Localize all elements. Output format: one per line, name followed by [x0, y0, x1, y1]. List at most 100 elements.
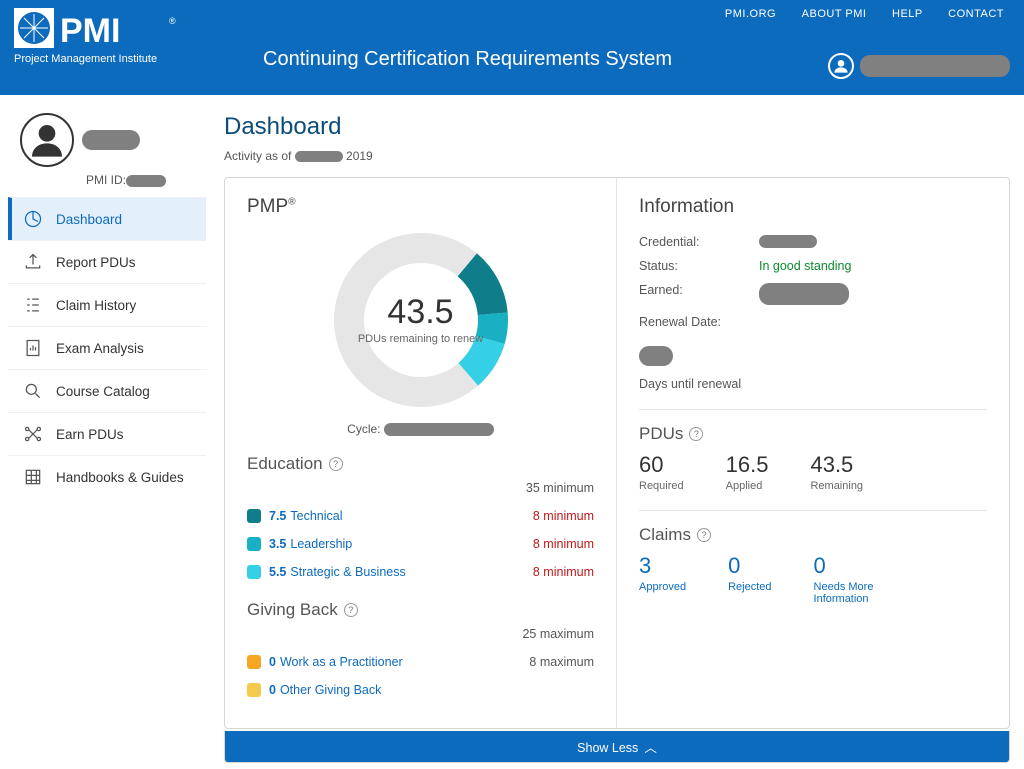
stat-block[interactable]: 3 Approved	[639, 553, 686, 605]
network-icon	[22, 423, 44, 445]
stat-number: 3	[639, 553, 686, 579]
dashboard-icon	[22, 208, 44, 230]
sidebar-item-label: Handbooks & Guides	[56, 470, 184, 485]
sidebar-item-label: Dashboard	[56, 212, 122, 227]
document-chart-icon	[22, 337, 44, 359]
stat-label: Required	[639, 480, 684, 492]
stat-number: 0	[728, 553, 771, 579]
category-min: 8 minimum	[533, 509, 594, 523]
nav-help[interactable]: HELP	[892, 8, 923, 20]
category-row[interactable]: 0 Other Giving Back	[247, 676, 594, 704]
category-value: 0	[269, 655, 276, 669]
sidebar-item-dashboard[interactable]: Dashboard	[8, 197, 206, 240]
help-icon[interactable]: ?	[344, 603, 358, 617]
pdu-donut-chart: 43.5 PDUs remaining to renew	[331, 230, 511, 410]
help-icon[interactable]: ?	[689, 427, 703, 441]
sidebar-item-label: Report PDUs	[56, 255, 136, 270]
sidebar-item-report-pdus[interactable]: Report PDUs	[8, 240, 206, 283]
color-chip-icon	[247, 565, 261, 579]
sidebar-item-claim-history[interactable]: Claim History	[8, 283, 206, 326]
info-status-label: Status:	[639, 259, 759, 273]
help-icon[interactable]: ?	[697, 528, 711, 542]
dashboard-card: PMP® 43.5 PDUs remaining to renew	[224, 177, 1010, 729]
info-earned-label: Earned:	[639, 283, 759, 305]
pmi-logo[interactable]: PMI ® Project Management Institute	[14, 8, 176, 71]
donut-label: PDUs remaining to renew	[358, 332, 483, 346]
main-content: Dashboard Activity as of 2019 PMP®	[206, 113, 1010, 763]
chevron-up-icon: ︿	[644, 737, 657, 756]
giving-back-heading: Giving Back?	[247, 600, 594, 620]
color-chip-icon	[247, 655, 261, 669]
top-nav: PMI.ORG ABOUT PMI HELP CONTACT	[703, 8, 1004, 20]
days-until-renewal: Days until renewal	[639, 377, 987, 391]
search-icon	[22, 380, 44, 402]
svg-text:PMI: PMI	[60, 12, 120, 50]
category-value: 7.5	[269, 509, 286, 523]
claim-stats: 3Approved0Rejected0Needs More Informatio…	[639, 553, 987, 605]
category-min: 8 minimum	[533, 565, 594, 579]
stat-number: 43.5	[810, 452, 863, 478]
category-value: 3.5	[269, 537, 286, 551]
stat-label: Remaining	[810, 480, 863, 492]
category-name: Technical	[290, 509, 342, 523]
category-row[interactable]: 7.5 Technical 8 minimum	[247, 502, 594, 530]
nav-about[interactable]: ABOUT PMI	[802, 8, 867, 20]
grid-icon	[22, 466, 44, 488]
profile-name-redacted	[82, 130, 140, 150]
sidebar-item-label: Claim History	[56, 298, 136, 313]
information-heading: Information	[639, 196, 987, 218]
sidebar: PMI ID: Dashboard Report PDUs Claim Hist…	[8, 113, 206, 763]
category-name: Work as a Practitioner	[280, 655, 403, 669]
stat-block[interactable]: 60 Required	[639, 452, 684, 492]
stat-number: 0	[814, 553, 904, 579]
color-chip-icon	[247, 537, 261, 551]
category-min: 8 minimum	[533, 537, 594, 551]
info-renewal-label: Renewal Date:	[639, 315, 759, 329]
sidebar-item-course-catalog[interactable]: Course Catalog	[8, 369, 206, 412]
stat-label: Approved	[639, 581, 686, 593]
show-less-button[interactable]: Show Less︿	[224, 731, 1010, 763]
user-avatar-icon	[828, 53, 854, 79]
stat-number: 60	[639, 452, 684, 478]
page-title: Dashboard	[224, 113, 1010, 141]
list-icon	[22, 294, 44, 316]
avatar-icon	[20, 113, 74, 167]
category-min: 8 maximum	[529, 655, 594, 669]
nav-pmiorg[interactable]: PMI.ORG	[725, 8, 776, 20]
pmi-id-row: PMI ID:	[8, 173, 206, 187]
color-chip-icon	[247, 683, 261, 697]
sidebar-item-exam-analysis[interactable]: Exam Analysis	[8, 326, 206, 369]
stat-block[interactable]: 0 Rejected	[728, 553, 771, 605]
stat-label: Rejected	[728, 581, 771, 593]
sidebar-item-label: Course Catalog	[56, 384, 150, 399]
category-row[interactable]: 0 Work as a Practitioner 8 maximum	[247, 648, 594, 676]
nav-contact[interactable]: CONTACT	[948, 8, 1004, 20]
category-name: Strategic & Business	[290, 565, 405, 579]
sidebar-item-handbooks[interactable]: Handbooks & Guides	[8, 455, 206, 498]
claims-heading: Claims?	[639, 525, 987, 545]
stat-block[interactable]: 16.5 Applied	[726, 452, 769, 492]
app-header: PMI ® Project Management Institute PMI.O…	[0, 0, 1024, 95]
svg-text:®: ®	[169, 16, 176, 26]
giving-overall-max: 25 maximum	[522, 627, 594, 641]
system-title: Continuing Certification Requirements Sy…	[263, 48, 672, 71]
sidebar-item-earn-pdus[interactable]: Earn PDUs	[8, 412, 206, 455]
category-value: 5.5	[269, 565, 286, 579]
stat-label: Applied	[726, 480, 769, 492]
help-icon[interactable]: ?	[329, 457, 343, 471]
category-row[interactable]: 5.5 Strategic & Business 8 minimum	[247, 558, 594, 586]
stat-block[interactable]: 0Needs More Information	[814, 553, 904, 605]
category-row[interactable]: 3.5 Leadership8 minimum	[247, 530, 594, 558]
user-name-redacted	[860, 55, 1010, 77]
pdu-stats: 60 Required 16.5 Applied 43.5 Remaining	[639, 452, 987, 492]
user-menu[interactable]	[828, 53, 1010, 79]
activity-as-of: Activity as of 2019	[224, 149, 1010, 163]
pdus-heading: PDUs?	[639, 424, 987, 444]
category-value: 0	[269, 683, 276, 697]
stat-number: 16.5	[726, 452, 769, 478]
sidebar-item-label: Exam Analysis	[56, 341, 144, 356]
color-chip-icon	[247, 509, 261, 523]
stat-block[interactable]: 43.5 Remaining	[810, 452, 863, 492]
stat-label: Needs More Information	[814, 581, 904, 605]
upload-icon	[22, 251, 44, 273]
